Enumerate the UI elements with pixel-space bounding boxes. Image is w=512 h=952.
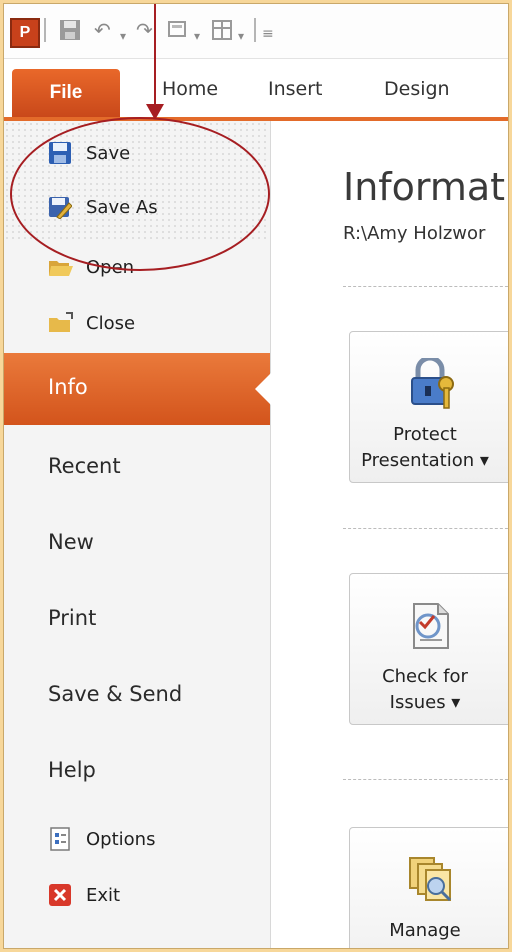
annotation-arrow bbox=[154, 4, 156, 112]
exit-label: Exit bbox=[86, 884, 121, 906]
redo-icon[interactable]: ↷ bbox=[136, 18, 153, 42]
close-command[interactable]: Close bbox=[48, 307, 135, 339]
tab-insert[interactable]: Insert bbox=[268, 78, 323, 100]
exit-icon bbox=[48, 883, 72, 907]
powerpoint-window: P ↶ ▾ ↷ ▾ ▾ ≡ File Home Insert Design Sa… bbox=[4, 4, 508, 948]
page-title: Informati bbox=[343, 165, 508, 209]
options-command[interactable]: Options bbox=[48, 823, 155, 855]
check-line2: Issues ▾ bbox=[389, 692, 461, 713]
annotation-ellipse bbox=[10, 117, 270, 271]
selection-pointer bbox=[255, 373, 271, 405]
nav-item-save-send[interactable]: Save & Send bbox=[48, 682, 182, 706]
chevron-down-icon[interactable]: ▾ bbox=[238, 24, 244, 48]
manage-line1: Manage bbox=[389, 920, 461, 941]
options-label: Options bbox=[86, 828, 156, 850]
check-line1: Check for bbox=[382, 666, 468, 687]
nav-item-info[interactable]: Info bbox=[4, 353, 271, 425]
layout-icon[interactable] bbox=[210, 18, 236, 46]
tab-file[interactable]: File bbox=[12, 69, 120, 117]
close-folder-icon bbox=[48, 311, 73, 335]
manage-versions-button[interactable]: Manage bbox=[349, 827, 508, 948]
exit-command[interactable]: Exit bbox=[48, 879, 120, 911]
divider bbox=[343, 286, 508, 287]
nav-item-print[interactable]: Print bbox=[48, 606, 96, 630]
close-label: Close bbox=[86, 312, 136, 334]
check-for-issues-button[interactable]: Check for Issues ▾ bbox=[349, 573, 508, 725]
nav-item-help[interactable]: Help bbox=[48, 758, 96, 782]
tab-design[interactable]: Design bbox=[384, 78, 450, 100]
info-panel: Informati R:\Amy Holzwor Protect Present… bbox=[271, 121, 508, 948]
undo-icon[interactable]: ↶ bbox=[94, 18, 111, 42]
lock-key-icon bbox=[406, 355, 454, 409]
divider bbox=[343, 779, 508, 780]
toolbar-separator bbox=[44, 18, 46, 42]
ribbon-tabs: File Home Insert Design bbox=[4, 59, 508, 121]
divider bbox=[343, 528, 508, 529]
powerpoint-app-icon[interactable]: P bbox=[10, 18, 40, 48]
nav-item-recent[interactable]: Recent bbox=[48, 454, 121, 478]
new-slide-icon[interactable] bbox=[166, 18, 190, 46]
save-icon[interactable] bbox=[58, 18, 82, 46]
protect-line2: Presentation ▾ bbox=[361, 450, 489, 471]
file-path: R:\Amy Holzwor bbox=[343, 223, 486, 244]
info-label: Info bbox=[48, 375, 88, 399]
chevron-down-icon[interactable]: ▾ bbox=[120, 24, 126, 48]
customize-toolbar-icon[interactable]: ≡ bbox=[262, 22, 274, 46]
protect-presentation-button[interactable]: Protect Presentation ▾ bbox=[349, 331, 508, 483]
quick-access-toolbar: P ↶ ▾ ↷ ▾ ▾ ≡ bbox=[4, 4, 508, 59]
tab-home[interactable]: Home bbox=[162, 78, 218, 100]
checklist-icon bbox=[406, 600, 454, 650]
protect-line1: Protect bbox=[393, 424, 457, 445]
chevron-down-icon[interactable]: ▾ bbox=[194, 24, 200, 48]
manage-versions-icon bbox=[406, 854, 454, 904]
options-icon bbox=[48, 827, 72, 851]
nav-item-new[interactable]: New bbox=[48, 530, 94, 554]
toolbar-separator bbox=[254, 18, 256, 42]
